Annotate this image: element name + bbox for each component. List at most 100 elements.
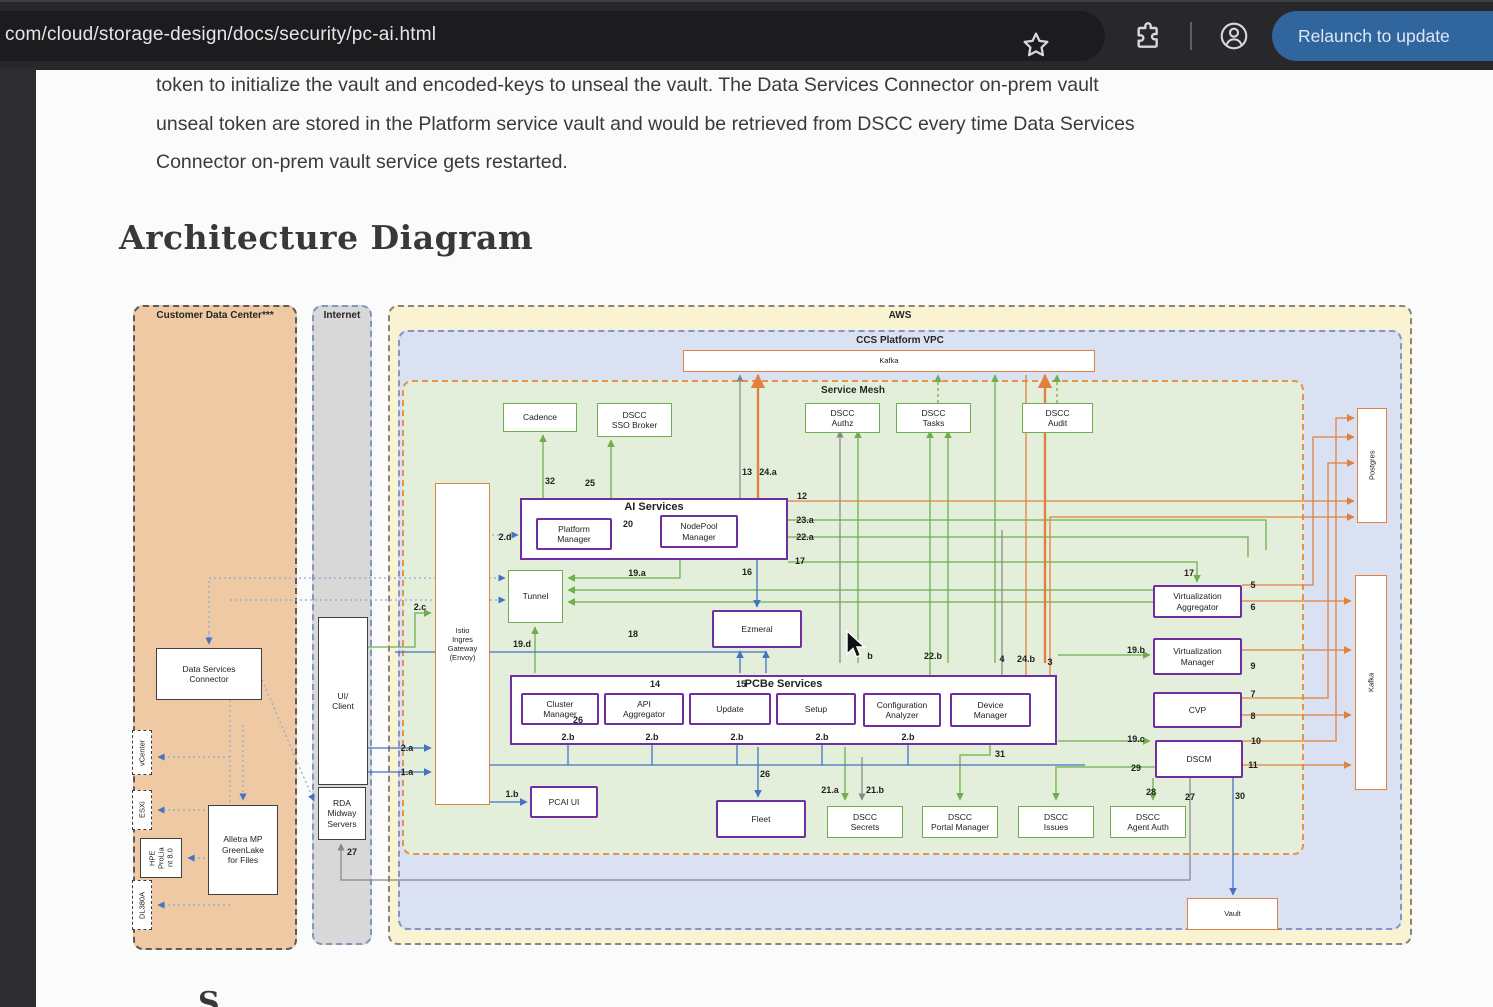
- alletra-mp-greenlake: Alletra MP GreenLake for Files: [208, 805, 278, 895]
- bookmark-star-icon[interactable]: [1020, 29, 1052, 61]
- data-services-connector: Data Services Connector: [156, 648, 262, 700]
- edge-label-8: 8: [1250, 711, 1255, 721]
- url-bar[interactable]: com/cloud/storage-design/docs/security/p…: [0, 11, 1105, 61]
- virtualization-manager: Virtualization Manager: [1153, 638, 1242, 675]
- relaunch-button-label: Relaunch to update: [1298, 26, 1450, 47]
- edge-label-4: 4: [999, 654, 1004, 664]
- device-manager: Device Manager: [950, 693, 1031, 727]
- edge-label-12: 12: [797, 491, 807, 501]
- edge-label-17: 17: [795, 556, 805, 566]
- platform-manager: Platform Manager: [536, 518, 612, 550]
- edge-label-19.c: 19.c: [1127, 734, 1145, 744]
- setup: Setup: [776, 693, 856, 725]
- edge-label-11: 11: [1248, 760, 1258, 770]
- edge-label-24.a: 24.a: [759, 467, 777, 477]
- edge-label-27: 27: [1185, 792, 1195, 802]
- cluster-manager: Cluster Manager: [521, 693, 599, 725]
- configuration-analyzer: Configuration Analyzer: [863, 693, 941, 727]
- edge-label-2.b: 2.b: [561, 732, 574, 742]
- dscc-portal-manager: DSCC Portal Manager: [922, 806, 998, 838]
- screenshot-root: { "browser": { "url": "com/cloud/storage…: [0, 0, 1493, 1007]
- edge-label-21.a: 21.a: [821, 785, 839, 795]
- cadence: Cadence: [503, 403, 577, 432]
- edge-label-19.d: 19.d: [513, 639, 531, 649]
- vault: Vault: [1187, 898, 1278, 930]
- cvp: CVP: [1153, 692, 1242, 728]
- postgres: Postgres: [1357, 408, 1387, 523]
- clipped-next-heading: S: [198, 986, 258, 1007]
- edge-label-15: 15: [736, 679, 746, 689]
- customer-data-center-label: Customer Data Center***: [135, 310, 295, 321]
- edge-label-25: 25: [585, 478, 595, 488]
- virtualization-aggregator: Virtualization Aggregator: [1153, 585, 1242, 618]
- edge-label-22.a: 22.a: [796, 532, 814, 542]
- hpe-proliant: HPE ProLia nt 8.0: [140, 838, 182, 878]
- dscc-audit: DSCC Audit: [1022, 403, 1093, 433]
- edge-label-14: 14: [650, 679, 660, 689]
- rda-midway-servers: RDA Midway Servers: [318, 787, 366, 840]
- dl380a: DL380A: [132, 880, 152, 930]
- istio-ingress-gateway: Istio Ingres Gateway (Envoy): [435, 483, 490, 805]
- edge-label-2.b: 2.b: [730, 732, 743, 742]
- api-aggregator: API Aggregator: [604, 693, 684, 725]
- aws-label: AWS: [390, 310, 1410, 321]
- edge-label-29: 29: [1131, 763, 1141, 773]
- paragraph-line: unseal token are stored in the Platform …: [156, 105, 1135, 144]
- edge-label-2.b: 2.b: [815, 732, 828, 742]
- mouse-cursor: [845, 630, 871, 660]
- edge-label-2.d: 2.d: [498, 532, 511, 542]
- edge-label-13: 13: [742, 467, 752, 477]
- dscc-agent-auth: DSCC Agent Auth: [1110, 806, 1186, 838]
- profile-icon[interactable]: [1218, 20, 1250, 52]
- relaunch-button[interactable]: Relaunch to update: [1272, 11, 1493, 61]
- edge-label-1.a: 1.a: [401, 767, 414, 777]
- edge-label-22.b: 22.b: [924, 651, 942, 661]
- browser-toolbar: com/cloud/storage-design/docs/security/p…: [0, 0, 1493, 70]
- vcenter: vCenter: [132, 730, 152, 775]
- edge-label-21.b: 21.b: [866, 785, 884, 795]
- fleet: Fleet: [716, 800, 806, 838]
- ccs-platform-vpc-label: CCS Platform VPC: [400, 335, 1400, 346]
- edge-label-3: 3: [1047, 657, 1052, 667]
- edge-label-23.a: 23.a: [796, 515, 814, 525]
- nodepool-manager: NodePool Manager: [660, 515, 738, 548]
- service-mesh-label: Service Mesh: [404, 385, 1302, 396]
- edge-label-28: 28: [1146, 787, 1156, 797]
- edge-label-30: 30: [1235, 791, 1245, 801]
- update: Update: [689, 693, 771, 725]
- edge-label-17: 17: [1184, 568, 1194, 578]
- edge-label-32: 32: [545, 476, 555, 486]
- dscc-issues: DSCC Issues: [1018, 806, 1094, 838]
- edge-label-2.b: 2.b: [901, 732, 914, 742]
- edge-label-2.c: 2.c: [414, 602, 427, 612]
- edge-label-1.b: 1.b: [505, 789, 518, 799]
- dscc-sso-broker: DSCC SSO Broker: [597, 403, 672, 437]
- edge-label-26: 26: [573, 715, 583, 725]
- edge-label-5: 5: [1250, 580, 1255, 590]
- edge-label-27: 27: [347, 847, 357, 857]
- paragraph-line: Connector on-prem vault service gets res…: [156, 143, 1135, 182]
- dscm: DSCM: [1155, 740, 1243, 778]
- edge-label-10: 10: [1251, 736, 1261, 746]
- edge-label-19.b: 19.b: [1127, 645, 1145, 655]
- esxi: ESXi: [132, 790, 152, 830]
- edge-label-9: 9: [1250, 661, 1255, 671]
- kafka-top: Kafka: [683, 350, 1095, 372]
- pcai-ui: PCAI UI: [530, 786, 598, 818]
- ezmeral: Ezmeral: [712, 610, 802, 648]
- edge-label-18: 18: [628, 629, 638, 639]
- tunnel: Tunnel: [508, 570, 563, 623]
- edge-label-20: 20: [623, 519, 633, 529]
- edge-label-16: 16: [742, 567, 752, 577]
- window-left-edge: [0, 68, 36, 1007]
- edge-label-2.a: 2.a: [401, 743, 414, 753]
- paragraph-line: token to initialize the vault and encode…: [156, 66, 1135, 105]
- architecture-diagram: Customer Data Center***InternetAWSCCS Pl…: [118, 295, 1412, 955]
- edge-label-6: 6: [1250, 602, 1255, 612]
- dscc-authz: DSCC Authz: [805, 403, 880, 433]
- extensions-icon[interactable]: [1132, 20, 1164, 52]
- url-text[interactable]: com/cloud/storage-design/docs/security/p…: [5, 24, 436, 46]
- kafka-right: Kafka: [1355, 575, 1387, 790]
- toolbar-divider: [1190, 22, 1192, 50]
- edge-label-31: 31: [995, 749, 1005, 759]
